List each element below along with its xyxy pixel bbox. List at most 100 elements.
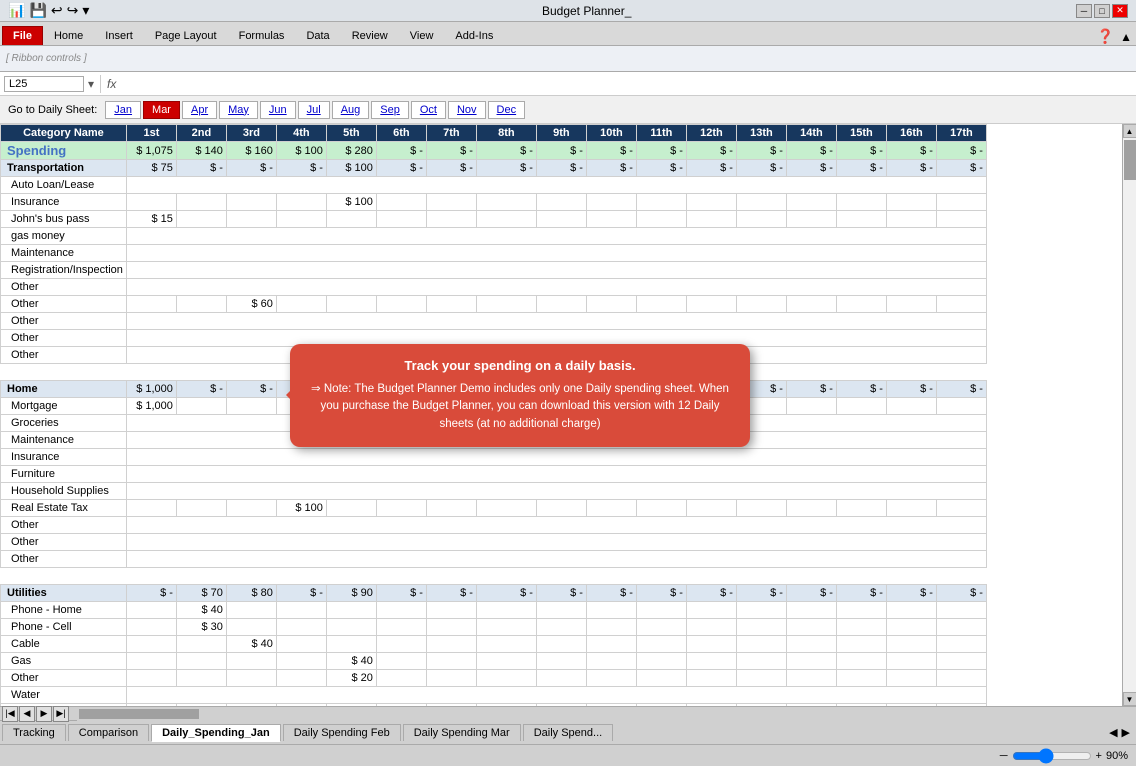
tab-data[interactable]: Data <box>295 26 340 45</box>
spending-total-9[interactable]: $ - <box>536 142 586 160</box>
other-utilities-1[interactable]: Other <box>1 670 127 687</box>
transportation-label[interactable]: Transportation <box>1 160 127 177</box>
tab-review[interactable]: Review <box>341 26 399 45</box>
other-transport-5[interactable]: Other <box>1 347 127 364</box>
tab-comparison[interactable]: Comparison <box>68 724 149 741</box>
household-supplies-label[interactable]: Household Supplies <box>1 483 127 500</box>
auto-loan-label[interactable]: Auto Loan/Lease <box>1 177 127 194</box>
scroll-down-button[interactable]: ▼ <box>1123 692 1136 706</box>
month-dec[interactable]: Dec <box>488 101 526 119</box>
gas-label[interactable]: Gas <box>1 653 127 670</box>
tab-daily-spending-mar[interactable]: Daily Spending Mar <box>403 724 521 741</box>
col-12th: 12th <box>686 125 736 142</box>
col-2nd: 2nd <box>176 125 226 142</box>
spending-total-5[interactable]: $ 280 <box>326 142 376 160</box>
zoom-out-icon[interactable]: ─ <box>1000 750 1008 762</box>
tab-add-ins[interactable]: Add-Ins <box>444 26 504 45</box>
title-bar-icons[interactable]: 📊 💾 ↩ ↪ ▾ <box>8 2 89 19</box>
tab-tracking[interactable]: Tracking <box>2 724 66 741</box>
tab-daily-spending-jan[interactable]: Daily_Spending_Jan <box>151 724 281 742</box>
spending-total-8[interactable]: $ - <box>476 142 536 160</box>
bus-pass-label[interactable]: John's bus pass <box>1 211 127 228</box>
redo-icon[interactable]: ↪ <box>67 2 79 19</box>
vertical-scrollbar[interactable]: ▲ ▼ <box>1122 124 1136 706</box>
window-controls[interactable]: ─ □ ✕ <box>1076 4 1128 18</box>
collapse-ribbon-icon[interactable]: ▲ <box>1120 30 1132 44</box>
tab-last-button[interactable]: ▶| <box>53 706 69 722</box>
tab-page-layout[interactable]: Page Layout <box>144 26 228 45</box>
scroll-thumb[interactable] <box>1124 140 1136 180</box>
month-mar[interactable]: Mar <box>143 101 180 119</box>
insurance-home-label[interactable]: Insurance <box>1 449 127 466</box>
help-icon[interactable]: ❓ <box>1097 28 1114 45</box>
utilities-label[interactable]: Utilities <box>1 585 127 602</box>
save-icon[interactable]: 💾 <box>29 2 46 19</box>
scroll-arrow-left[interactable]: ◀ <box>1109 726 1117 739</box>
formula-input[interactable] <box>120 77 1132 91</box>
month-may[interactable]: May <box>219 101 258 119</box>
water-label[interactable]: Water <box>1 687 127 704</box>
other-transport-2[interactable]: Other <box>1 296 127 313</box>
groceries-label[interactable]: Groceries <box>1 415 127 432</box>
spending-total-7[interactable]: $ - <box>426 142 476 160</box>
cable-label[interactable]: Cable <box>1 636 127 653</box>
tab-nav[interactable]: |◀ ◀ ▶ ▶| <box>0 707 71 720</box>
scroll-up-button[interactable]: ▲ <box>1123 124 1136 138</box>
month-oct[interactable]: Oct <box>411 101 446 119</box>
spending-total-3[interactable]: $ 160 <box>226 142 276 160</box>
other-transport-4[interactable]: Other <box>1 330 127 347</box>
month-nov[interactable]: Nov <box>448 101 486 119</box>
month-aug[interactable]: Aug <box>332 101 370 119</box>
close-button[interactable]: ✕ <box>1112 4 1128 18</box>
scroll-arrow-right[interactable]: ▶ <box>1122 726 1130 739</box>
tab-formulas[interactable]: Formulas <box>228 26 296 45</box>
month-jun[interactable]: Jun <box>260 101 296 119</box>
month-jan[interactable]: Jan <box>105 101 141 119</box>
spending-label[interactable]: Spending <box>1 142 127 160</box>
other-home-3[interactable]: Other <box>1 551 127 568</box>
other-home-1[interactable]: Other <box>1 517 127 534</box>
other-transport-1[interactable]: Other <box>1 279 127 296</box>
tab-file[interactable]: File <box>2 26 43 45</box>
registration-label[interactable]: Registration/Inspection <box>1 262 127 279</box>
spending-total-10[interactable]: $ - <box>586 142 636 160</box>
month-apr[interactable]: Apr <box>182 101 217 119</box>
tab-first-button[interactable]: |◀ <box>2 706 18 722</box>
spending-total-6[interactable]: $ - <box>376 142 426 160</box>
spending-total-1[interactable]: $ 1,075 <box>126 142 176 160</box>
quick-access-icon[interactable]: ▾ <box>82 2 89 19</box>
zoom-slider[interactable] <box>1012 748 1092 764</box>
real-estate-label[interactable]: Real Estate Tax <box>1 500 127 517</box>
phone-cell-label[interactable]: Phone - Cell <box>1 619 127 636</box>
phone-home-label[interactable]: Phone - Home <box>1 602 127 619</box>
month-jul[interactable]: Jul <box>298 101 330 119</box>
restore-button[interactable]: □ <box>1094 4 1110 18</box>
tab-next-button[interactable]: ▶ <box>36 706 52 722</box>
other-home-2[interactable]: Other <box>1 534 127 551</box>
insurance-label[interactable]: Insurance <box>1 194 127 211</box>
spending-total-4[interactable]: $ 100 <box>276 142 326 160</box>
tab-prev-button[interactable]: ◀ <box>19 706 35 722</box>
tab-home[interactable]: Home <box>43 26 94 45</box>
undo-icon[interactable]: ↩ <box>51 2 63 19</box>
furniture-label[interactable]: Furniture <box>1 466 127 483</box>
minimize-button[interactable]: ─ <box>1076 4 1092 18</box>
h-scroll-track[interactable] <box>77 707 1136 721</box>
maintenance-label[interactable]: Maintenance <box>1 245 127 262</box>
other-transport-3[interactable]: Other <box>1 313 127 330</box>
maintenance-home-label[interactable]: Maintenance <box>1 432 127 449</box>
tab-daily-spending-feb[interactable]: Daily Spending Feb <box>283 724 401 741</box>
gas-money-label[interactable]: gas money <box>1 228 127 245</box>
cell-reference-input[interactable] <box>4 76 84 92</box>
scroll-track[interactable] <box>1123 138 1136 692</box>
month-sep[interactable]: Sep <box>371 101 409 119</box>
zoom-in-icon[interactable]: + <box>1096 750 1102 762</box>
tab-daily-spending-more[interactable]: Daily Spend... <box>523 724 613 741</box>
electricity-label[interactable]: Electricity <box>1 704 127 707</box>
h-scroll-thumb[interactable] <box>79 709 199 719</box>
tab-view[interactable]: View <box>399 26 445 45</box>
home-label[interactable]: Home <box>1 381 127 398</box>
spending-total-2[interactable]: $ 140 <box>176 142 226 160</box>
tab-insert[interactable]: Insert <box>94 26 144 45</box>
mortgage-label[interactable]: Mortgage <box>1 398 127 415</box>
